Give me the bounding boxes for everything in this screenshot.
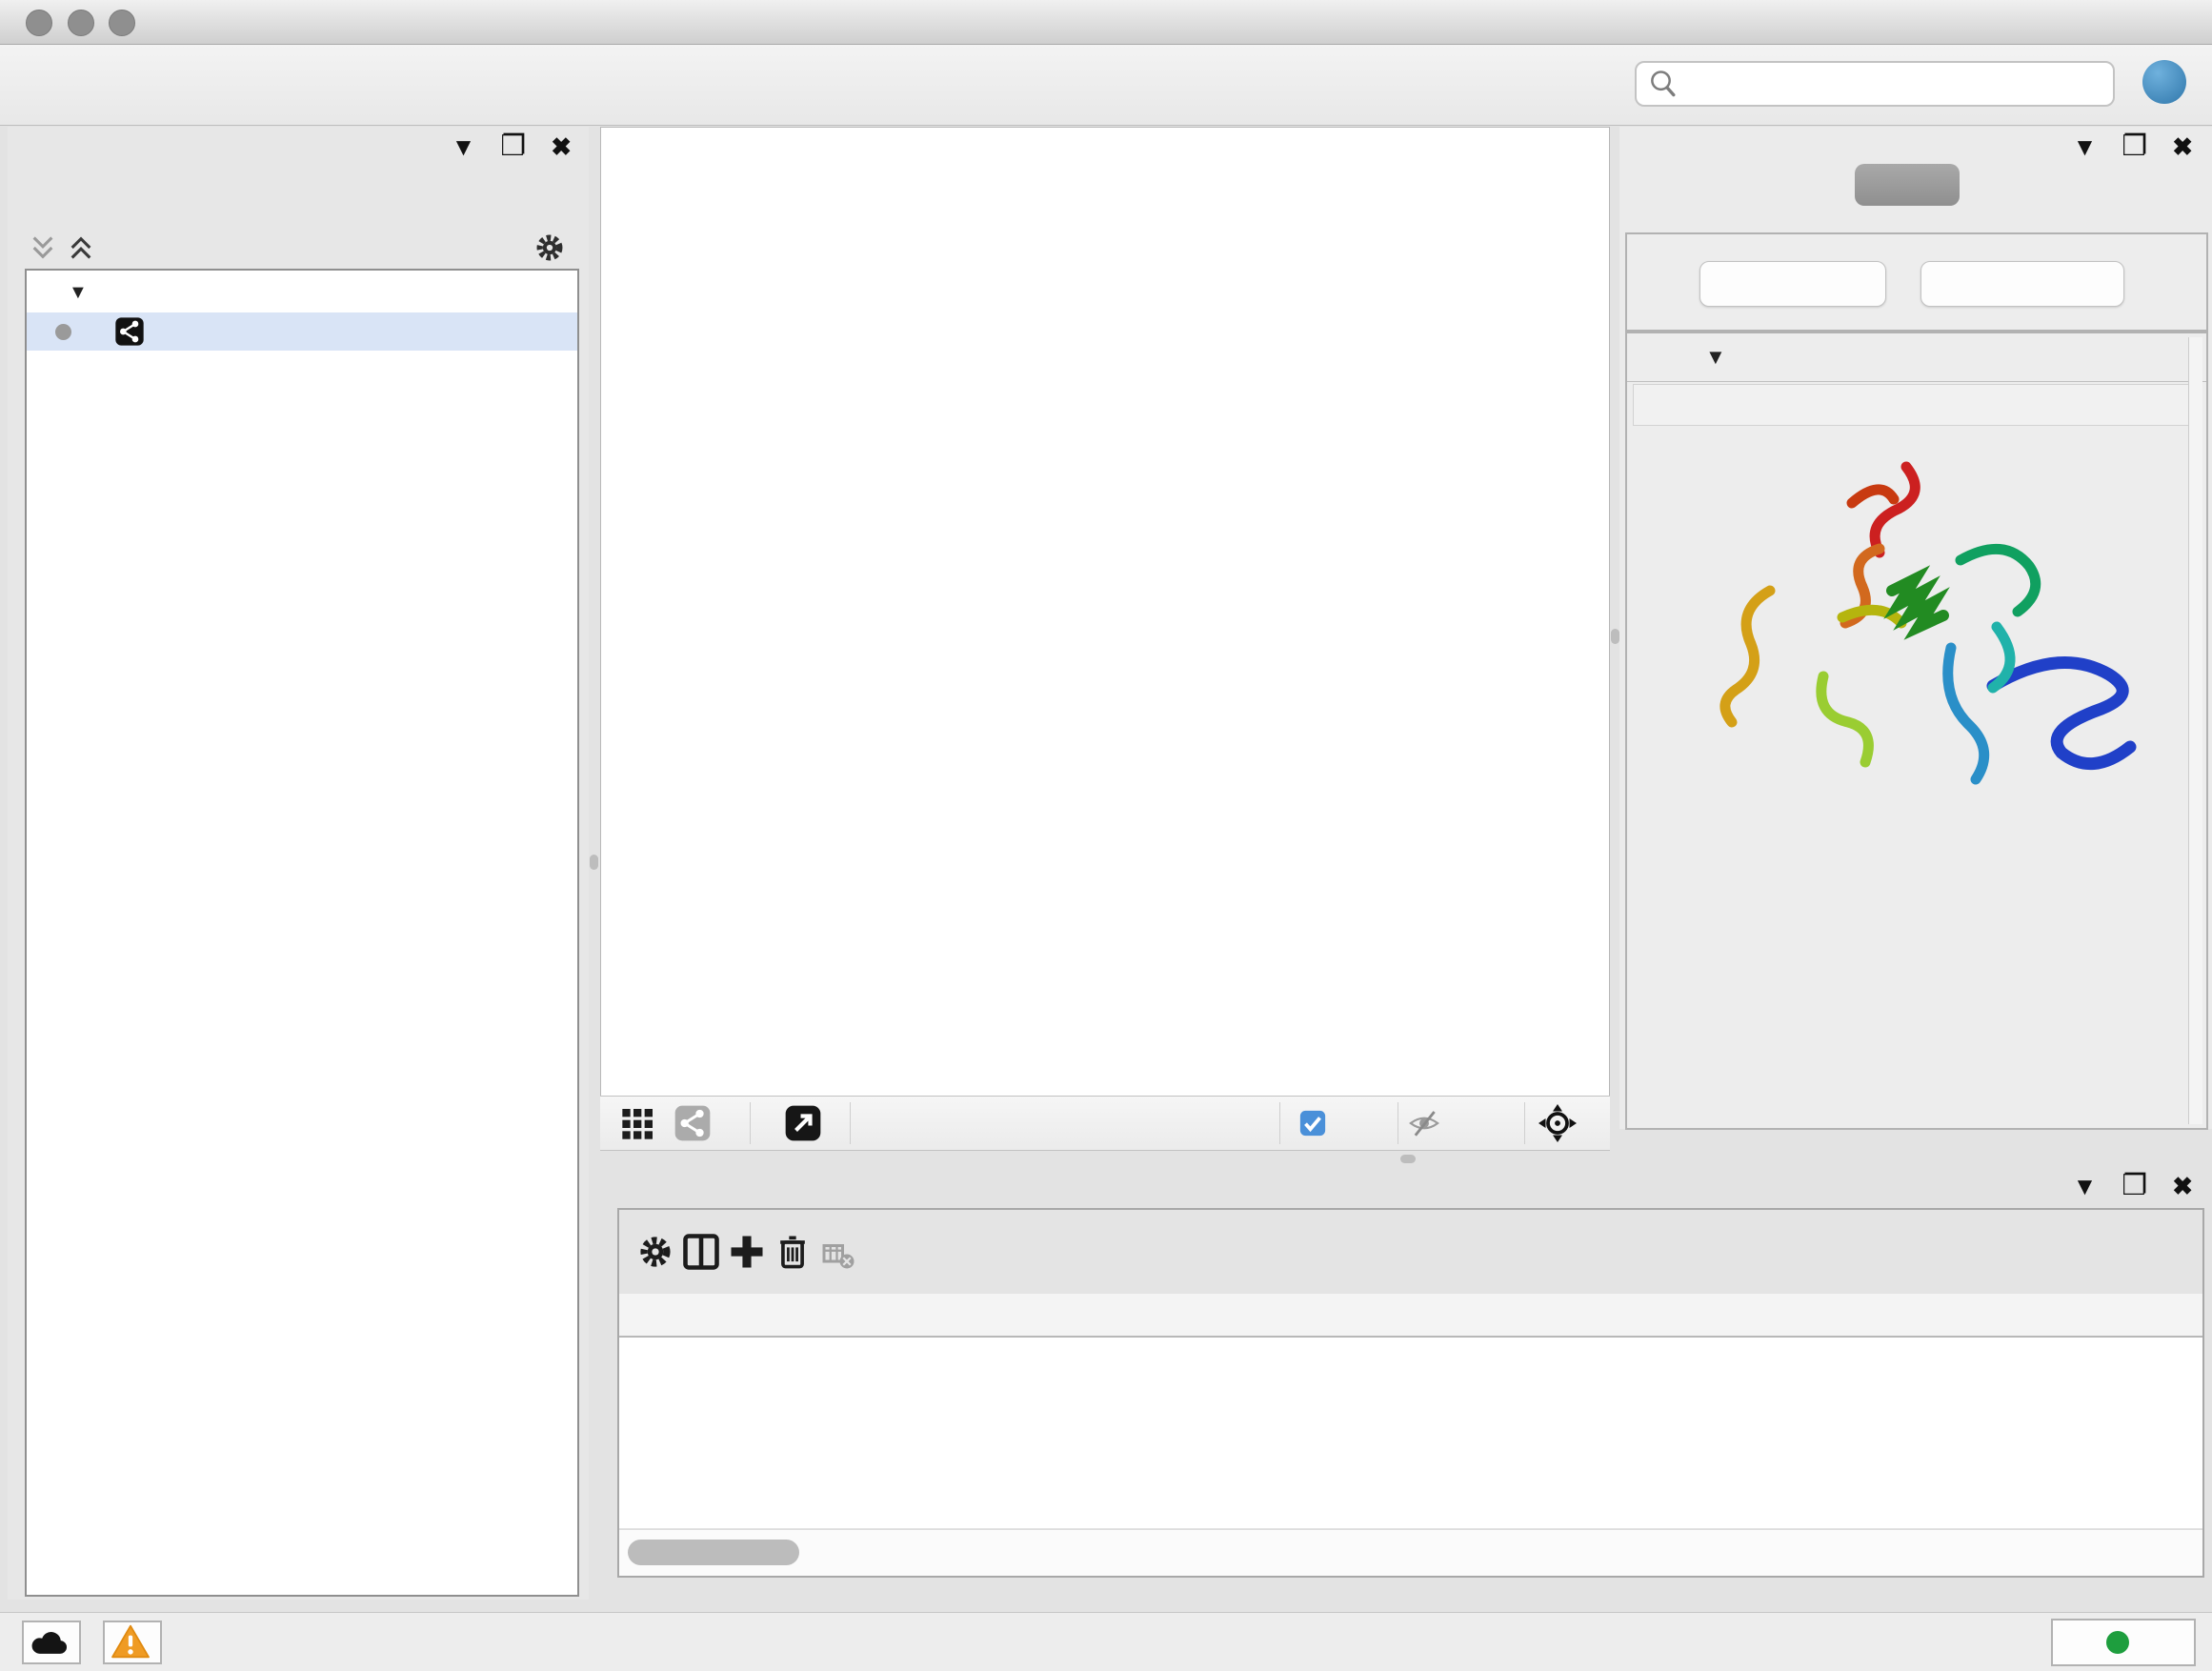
panel-float-icon[interactable]: ❐: [500, 134, 526, 159]
collapse-all-button[interactable]: [1920, 261, 2124, 307]
collapse-triangle-icon[interactable]: ▼: [1705, 345, 1726, 370]
table-horizontal-scrollbar[interactable]: [619, 1529, 2202, 1576]
network-current-dot-icon: [55, 324, 71, 340]
help-button[interactable]: [2142, 60, 2186, 104]
protein-description: [1633, 384, 2197, 426]
toolbar-divider: [750, 1102, 751, 1144]
string-network-graph[interactable]: [601, 128, 1609, 1097]
network-share-icon: [114, 316, 145, 347]
results-panel-window-controls: ▼ ❐ ✖: [2073, 134, 2193, 159]
warning-button[interactable]: [103, 1621, 162, 1664]
toolbar-divider: [850, 1102, 851, 1144]
network-list: ▼: [25, 269, 579, 1597]
expand-all-icon[interactable]: [67, 234, 95, 261]
warning-icon: [110, 1623, 151, 1660]
protein-structure-image: [1711, 446, 2159, 827]
panel-close-icon[interactable]: ✖: [551, 134, 572, 159]
collapse-all-icon[interactable]: [29, 234, 57, 261]
birdseye-grid-icon[interactable]: [619, 1104, 657, 1142]
expand-all-button[interactable]: [1699, 261, 1886, 307]
results-scrollbar[interactable]: [2188, 337, 2202, 1124]
node-table-header: [619, 1294, 2202, 1338]
network-selection-bar: [8, 229, 589, 267]
fit-content-target-icon[interactable]: [1538, 1104, 1577, 1142]
cloud-button[interactable]: [22, 1621, 81, 1664]
results-actions-box: [1625, 232, 2208, 332]
tab-string[interactable]: [1855, 164, 1960, 206]
toolbar-divider: [1279, 1102, 1280, 1144]
horizontal-splitter-handle[interactable]: [1400, 1155, 1416, 1163]
table-panel-body: [617, 1208, 2204, 1578]
panel-dropdown-icon[interactable]: ▼: [452, 134, 476, 159]
cloud-icon: [29, 1625, 70, 1658]
scrollbar-thumb[interactable]: [628, 1540, 799, 1565]
node-table: [619, 1294, 2202, 1528]
window-close-icon[interactable]: [26, 10, 52, 36]
control-panel-window-controls: ▼ ❐ ✖: [452, 134, 572, 159]
protein-card: ▼: [1625, 332, 2208, 1130]
results-panel: ▼ ❐ ✖ ▼: [1619, 127, 2212, 1129]
panel-dropdown-icon[interactable]: ▼: [2073, 1174, 2098, 1198]
network-view-canvas[interactable]: [600, 127, 1610, 1097]
search-icon: [1644, 65, 1682, 103]
network-collection-row[interactable]: ▼: [27, 276, 577, 312]
add-column-icon[interactable]: [726, 1231, 768, 1273]
toolbar-divider: [1524, 1102, 1525, 1144]
panel-dropdown-icon[interactable]: ▼: [2073, 134, 2098, 159]
selected-checkbox-icon[interactable]: [1298, 1109, 1327, 1137]
search-field[interactable]: [1635, 61, 2115, 107]
window-zoom-icon[interactable]: [109, 10, 135, 36]
search-input[interactable]: [1682, 69, 2113, 100]
memory-button[interactable]: [2051, 1619, 2196, 1666]
gear-icon[interactable]: [532, 230, 568, 266]
protein-card-header[interactable]: ▼: [1627, 333, 2206, 382]
delete-column-icon[interactable]: [772, 1231, 814, 1273]
window-minimize-icon[interactable]: [68, 10, 94, 36]
open-in-new-icon[interactable]: [784, 1104, 822, 1142]
main-toolbar: [0, 45, 2212, 126]
hidden-eye-slash-icon[interactable]: [1407, 1107, 1441, 1139]
network-share-gray-icon[interactable]: [674, 1104, 712, 1142]
network-row-selected[interactable]: [27, 312, 577, 351]
right-splitter-handle[interactable]: [1611, 629, 1619, 644]
tree-expander-icon[interactable]: ▼: [69, 282, 88, 304]
panel-float-icon[interactable]: ❐: [2122, 134, 2147, 159]
show-columns-icon[interactable]: [680, 1231, 722, 1273]
panel-float-icon[interactable]: ❐: [2122, 1174, 2147, 1198]
table-gear-icon[interactable]: [634, 1231, 676, 1273]
table-panel: ▼ ❐ ✖: [610, 1170, 2212, 1580]
table-panel-window-controls: ▼ ❐ ✖: [2073, 1174, 2193, 1198]
left-splitter-handle[interactable]: [590, 855, 598, 870]
panel-close-icon[interactable]: ✖: [2172, 134, 2193, 159]
cytoscape-window: ▼ ❐ ✖ ▼: [0, 0, 2212, 1671]
delete-table-icon-disabled: [821, 1238, 855, 1273]
memory-status-dot-icon: [2106, 1631, 2129, 1654]
network-view-toolbar: [600, 1096, 1610, 1151]
status-bar: [0, 1612, 2212, 1671]
control-panel: ▼ ❐ ✖ ▼: [8, 127, 589, 1600]
title-bar: [0, 0, 2212, 45]
panel-close-icon[interactable]: ✖: [2172, 1174, 2193, 1198]
